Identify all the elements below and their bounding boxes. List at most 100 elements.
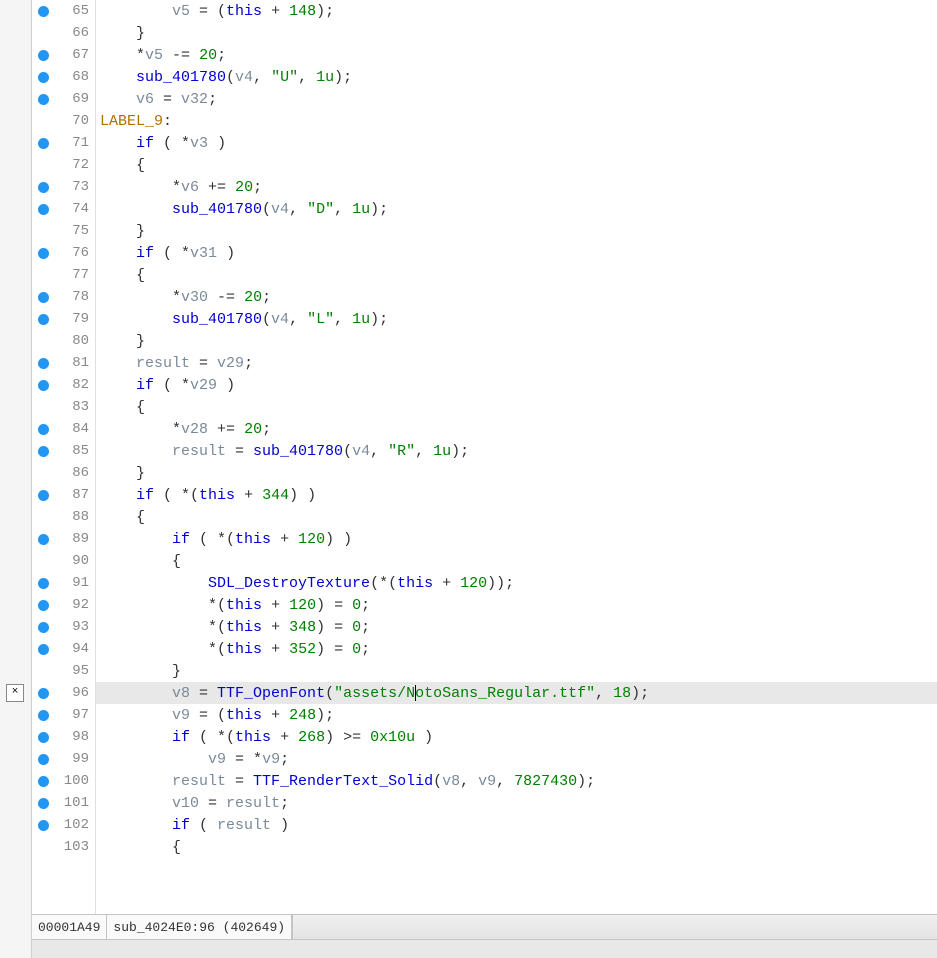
gutter-row[interactable]: 75 — [32, 220, 95, 242]
code-line[interactable]: if ( *(this + 120) ) — [96, 528, 937, 550]
gutter-row[interactable]: 72 — [32, 154, 95, 176]
gutter-row[interactable]: 69 — [32, 88, 95, 110]
code-line[interactable]: result = v29; — [96, 352, 937, 374]
breakpoint-dot-icon[interactable] — [38, 292, 49, 303]
code-line[interactable]: v10 = result; — [96, 792, 937, 814]
gutter-row[interactable]: 87 — [32, 484, 95, 506]
code-line[interactable]: { — [96, 264, 937, 286]
code-line[interactable]: v9 = *v9; — [96, 748, 937, 770]
breakpoint-dot-icon[interactable] — [38, 94, 49, 105]
code-line[interactable]: { — [96, 396, 937, 418]
code-lines[interactable]: v5 = (this + 148); } *v5 -= 20; sub_4017… — [96, 0, 937, 914]
gutter-row[interactable]: 93 — [32, 616, 95, 638]
code-line[interactable]: *v5 -= 20; — [96, 44, 937, 66]
code-line[interactable]: sub_401780(v4, "L", 1u); — [96, 308, 937, 330]
gutter-row[interactable]: 66 — [32, 22, 95, 44]
breakpoint-dot-icon[interactable] — [38, 644, 49, 655]
code-line[interactable]: } — [96, 660, 937, 682]
gutter-row[interactable]: 71 — [32, 132, 95, 154]
breakpoint-dot-icon[interactable] — [38, 710, 49, 721]
code-line[interactable]: { — [96, 506, 937, 528]
code-line[interactable]: result = sub_401780(v4, "R", 1u); — [96, 440, 937, 462]
breakpoint-dot-icon[interactable] — [38, 490, 49, 501]
code-line[interactable]: sub_401780(v4, "U", 1u); — [96, 66, 937, 88]
gutter-row[interactable]: 92 — [32, 594, 95, 616]
gutter-row[interactable]: 97 — [32, 704, 95, 726]
gutter-row[interactable]: 79 — [32, 308, 95, 330]
code-line[interactable]: if ( *v31 ) — [96, 242, 937, 264]
gutter-row[interactable]: 84 — [32, 418, 95, 440]
breakpoint-dot-icon[interactable] — [38, 578, 49, 589]
code-line[interactable]: { — [96, 550, 937, 572]
breakpoint-dot-icon[interactable] — [38, 182, 49, 193]
gutter-row[interactable]: 85 — [32, 440, 95, 462]
breakpoint-dot-icon[interactable] — [38, 534, 49, 545]
code-line[interactable]: sub_401780(v4, "D", 1u); — [96, 198, 937, 220]
breakpoint-dot-icon[interactable] — [38, 688, 49, 699]
code-line[interactable]: if ( result ) — [96, 814, 937, 836]
code-line[interactable]: *(this + 348) = 0; — [96, 616, 937, 638]
gutter-row[interactable]: 88 — [32, 506, 95, 528]
code-line[interactable]: result = TTF_RenderText_Solid(v8, v9, 78… — [96, 770, 937, 792]
gutter-row[interactable]: 80 — [32, 330, 95, 352]
code-line[interactable]: if ( *v3 ) — [96, 132, 937, 154]
breakpoint-dot-icon[interactable] — [38, 798, 49, 809]
gutter-row[interactable]: 102 — [32, 814, 95, 836]
breakpoint-dot-icon[interactable] — [38, 6, 49, 17]
gutter-row[interactable]: 86 — [32, 462, 95, 484]
breakpoint-dot-icon[interactable] — [38, 138, 49, 149]
breakpoint-dot-icon[interactable] — [38, 446, 49, 457]
breakpoint-dot-icon[interactable] — [38, 204, 49, 215]
code-line[interactable]: SDL_DestroyTexture(*(this + 120)); — [96, 572, 937, 594]
gutter-row[interactable]: 81 — [32, 352, 95, 374]
code-line[interactable]: LABEL_9: — [96, 110, 937, 132]
gutter-row[interactable]: 89 — [32, 528, 95, 550]
code-line[interactable]: } — [96, 330, 937, 352]
gutter-row[interactable]: 65 — [32, 0, 95, 22]
gutter-row[interactable]: 74 — [32, 198, 95, 220]
breakpoint-dot-icon[interactable] — [38, 72, 49, 83]
gutter-row[interactable]: 77 — [32, 264, 95, 286]
gutter-row[interactable]: 101 — [32, 792, 95, 814]
close-button[interactable]: × — [6, 684, 24, 702]
code-line[interactable]: { — [96, 154, 937, 176]
code-line[interactable]: } — [96, 220, 937, 242]
breakpoint-dot-icon[interactable] — [38, 424, 49, 435]
breakpoint-dot-icon[interactable] — [38, 776, 49, 787]
code-line[interactable]: v6 = v32; — [96, 88, 937, 110]
gutter-row[interactable]: 90 — [32, 550, 95, 572]
code-line[interactable]: *v6 += 20; — [96, 176, 937, 198]
gutter-row[interactable]: 91 — [32, 572, 95, 594]
code-line[interactable]: *v28 += 20; — [96, 418, 937, 440]
code-line[interactable]: if ( *(this + 268) >= 0x10u ) — [96, 726, 937, 748]
gutter-row[interactable]: 94 — [32, 638, 95, 660]
gutter-row[interactable]: 68 — [32, 66, 95, 88]
code-line[interactable]: } — [96, 462, 937, 484]
code-line[interactable]: v9 = (this + 248); — [96, 704, 937, 726]
breakpoint-dot-icon[interactable] — [38, 314, 49, 325]
breakpoint-dot-icon[interactable] — [38, 248, 49, 259]
code-line[interactable]: if ( *v29 ) — [96, 374, 937, 396]
breakpoint-dot-icon[interactable] — [38, 50, 49, 61]
gutter-row[interactable]: 95 — [32, 660, 95, 682]
code-line[interactable]: v8 = TTF_OpenFont("assets/NotoSans_Regul… — [96, 682, 937, 704]
gutter-row[interactable]: 98 — [32, 726, 95, 748]
gutter-row[interactable]: 96 — [32, 682, 95, 704]
code-line[interactable]: if ( *(this + 344) ) — [96, 484, 937, 506]
breakpoint-dot-icon[interactable] — [38, 600, 49, 611]
breakpoint-dot-icon[interactable] — [38, 754, 49, 765]
gutter-row[interactable]: 73 — [32, 176, 95, 198]
gutter-row[interactable]: 99 — [32, 748, 95, 770]
breakpoint-dot-icon[interactable] — [38, 380, 49, 391]
gutter-row[interactable]: 100 — [32, 770, 95, 792]
code-line[interactable]: } — [96, 22, 937, 44]
gutter-row[interactable]: 82 — [32, 374, 95, 396]
code-body[interactable]: 65 66 67 68 69 70 71 72 73 74 75 76 77 7… — [32, 0, 937, 914]
gutter-row[interactable]: 83 — [32, 396, 95, 418]
breakpoint-dot-icon[interactable] — [38, 820, 49, 831]
code-line[interactable]: v5 = (this + 148); — [96, 0, 937, 22]
breakpoint-dot-icon[interactable] — [38, 732, 49, 743]
gutter-row[interactable]: 67 — [32, 44, 95, 66]
gutter-row[interactable]: 103 — [32, 836, 95, 858]
code-line[interactable]: { — [96, 836, 937, 858]
